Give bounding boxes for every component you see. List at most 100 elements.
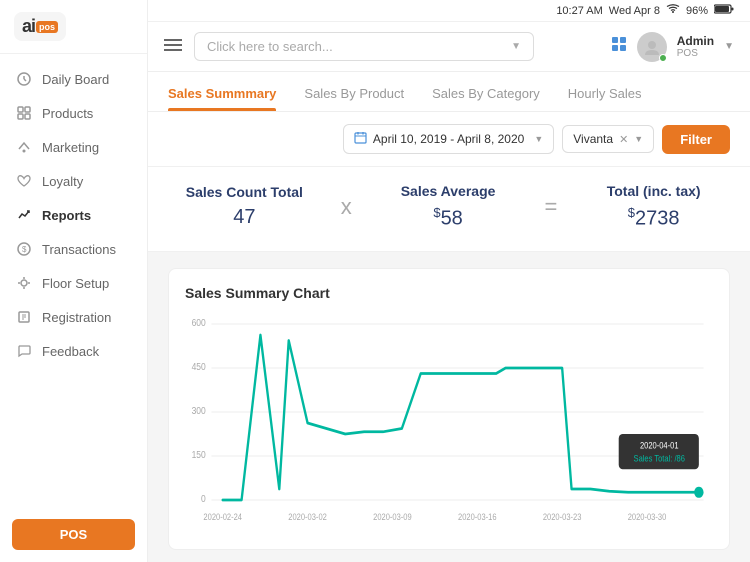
svg-text:2020-03-02: 2020-03-02 <box>288 512 327 522</box>
loyalty-icon <box>16 173 32 189</box>
admin-info: Admin POS <box>677 34 714 59</box>
topbar-right: Admin POS ▼ <box>611 32 734 62</box>
sidebar-item-floor-setup[interactable]: Floor Setup <box>0 266 147 300</box>
svg-text:2020-04-01: 2020-04-01 <box>640 440 679 450</box>
status-day: Wed Apr 8 <box>609 5 660 17</box>
multiply-symbol: x <box>341 194 352 220</box>
sidebar-label-daily-board: Daily Board <box>42 72 109 87</box>
sales-count-label: Sales Count Total <box>168 184 321 200</box>
logo-box: aipos <box>14 12 66 41</box>
total-value: $2738 <box>577 205 730 231</box>
svg-text:300: 300 <box>192 405 206 416</box>
battery-status: 96% <box>686 5 708 17</box>
tab-sales-by-product[interactable]: Sales By Product <box>304 72 404 111</box>
sidebar-label-reports: Reports <box>42 208 91 223</box>
logo-ai-text: ai <box>22 16 35 37</box>
stat-sales-count: Sales Count Total 47 <box>168 184 321 229</box>
feedback-icon <box>16 343 32 359</box>
date-range-value: April 10, 2019 - April 8, 2020 <box>373 132 524 146</box>
svg-text:0: 0 <box>201 493 206 504</box>
battery-icon <box>714 4 734 17</box>
chart-area: 600 450 300 150 0 2020-02-24 2020-03-02 … <box>185 313 713 533</box>
sidebar-label-marketing: Marketing <box>42 140 99 155</box>
sidebar-item-reports[interactable]: Reports <box>0 198 147 232</box>
sales-average-label: Sales Average <box>372 183 525 199</box>
venue-picker[interactable]: Vivanta ✕ ▼ <box>562 125 654 153</box>
wifi-icon <box>666 4 680 17</box>
chart-section: Sales Summary Chart 600 450 300 150 0 <box>168 268 730 550</box>
total-label: Total (inc. tax) <box>577 183 730 199</box>
sidebar: aipos Daily Board Products Marketing L <box>0 0 148 562</box>
page-content: April 10, 2019 - April 8, 2020 ▼ Vivanta… <box>148 112 750 562</box>
admin-dropdown-icon[interactable]: ▼ <box>724 41 734 52</box>
svg-text:Sales Total: /86: Sales Total: /86 <box>634 454 686 464</box>
svg-text:150: 150 <box>192 449 206 460</box>
calendar-icon <box>354 131 367 147</box>
admin-role: POS <box>677 48 714 59</box>
search-bar[interactable]: Click here to search... ▼ <box>194 32 534 61</box>
sidebar-item-transactions[interactable]: $ Transactions <box>0 232 147 266</box>
search-dropdown-icon: ▼ <box>511 41 521 52</box>
sidebar-label-floor-setup: Floor Setup <box>42 276 109 291</box>
filter-button[interactable]: Filter <box>662 125 730 154</box>
topbar: Click here to search... ▼ Admin POS ▼ <box>148 22 750 72</box>
sidebar-navigation: Daily Board Products Marketing Loyalty R… <box>0 54 147 507</box>
status-bar: 10:27 AM Wed Apr 8 96% <box>148 0 750 22</box>
tab-sales-by-category[interactable]: Sales By Category <box>432 72 540 111</box>
tab-hourly-sales[interactable]: Hourly Sales <box>568 72 642 111</box>
venue-picker-arrow: ▼ <box>634 134 643 144</box>
sidebar-bottom: POS <box>0 507 147 562</box>
search-placeholder: Click here to search... <box>207 39 333 54</box>
menu-button[interactable] <box>164 36 182 57</box>
venue-clear-icon[interactable]: ✕ <box>619 133 628 146</box>
sidebar-label-transactions: Transactions <box>42 242 116 257</box>
sidebar-label-loyalty: Loyalty <box>42 174 83 189</box>
chart-title: Sales Summary Chart <box>185 285 713 301</box>
date-range-picker[interactable]: April 10, 2019 - April 8, 2020 ▼ <box>343 124 554 154</box>
stat-total: Total (inc. tax) $2738 <box>577 183 730 231</box>
admin-name: Admin <box>677 34 714 48</box>
sidebar-label-products: Products <box>42 106 93 121</box>
svg-text:$: $ <box>22 245 27 254</box>
chart-svg: 600 450 300 150 0 2020-02-24 2020-03-02 … <box>185 313 713 533</box>
stat-sales-average: Sales Average $58 <box>372 183 525 231</box>
sidebar-item-products[interactable]: Products <box>0 96 147 130</box>
transactions-icon: $ <box>16 241 32 257</box>
svg-text:2020-03-23: 2020-03-23 <box>543 512 582 522</box>
svg-text:2020-03-30: 2020-03-30 <box>628 512 667 522</box>
status-time: 10:27 AM <box>556 5 602 17</box>
sidebar-item-registration[interactable]: Registration <box>0 300 147 334</box>
sidebar-item-daily-board[interactable]: Daily Board <box>0 62 147 96</box>
svg-text:2020-03-16: 2020-03-16 <box>458 512 497 522</box>
sidebar-item-loyalty[interactable]: Loyalty <box>0 164 147 198</box>
floor-setup-icon <box>16 275 32 291</box>
stats-row: Sales Count Total 47 x Sales Average $58… <box>148 167 750 252</box>
sidebar-logo: aipos <box>0 0 147 54</box>
sidebar-label-feedback: Feedback <box>42 344 99 359</box>
sidebar-item-marketing[interactable]: Marketing <box>0 130 147 164</box>
sales-average-value: $58 <box>372 205 525 231</box>
main-tabs: Sales Summmary Sales By Product Sales By… <box>148 72 750 112</box>
marketing-icon <box>16 139 32 155</box>
daily-board-icon <box>16 71 32 87</box>
venue-value: Vivanta <box>573 132 613 146</box>
svg-text:450: 450 <box>192 361 206 372</box>
reports-icon <box>16 207 32 223</box>
tab-sales-summary[interactable]: Sales Summmary <box>168 72 276 111</box>
svg-text:600: 600 <box>192 317 206 328</box>
registration-icon <box>16 309 32 325</box>
svg-text:2020-03-09: 2020-03-09 <box>373 512 412 522</box>
grid-icon[interactable] <box>611 36 627 57</box>
sidebar-label-registration: Registration <box>42 310 111 325</box>
products-icon <box>16 105 32 121</box>
sidebar-item-feedback[interactable]: Feedback <box>0 334 147 368</box>
pos-button[interactable]: POS <box>12 519 135 550</box>
main-content: 10:27 AM Wed Apr 8 96% Click here to sea… <box>148 0 750 562</box>
svg-text:2020-02-24: 2020-02-24 <box>203 512 242 522</box>
sales-count-value: 47 <box>168 206 321 229</box>
date-picker-arrow: ▼ <box>534 134 543 144</box>
avatar-wrapper <box>637 32 667 62</box>
equals-symbol: = <box>544 194 557 220</box>
logo-pos-text: pos <box>36 21 58 33</box>
filter-row: April 10, 2019 - April 8, 2020 ▼ Vivanta… <box>148 112 750 167</box>
